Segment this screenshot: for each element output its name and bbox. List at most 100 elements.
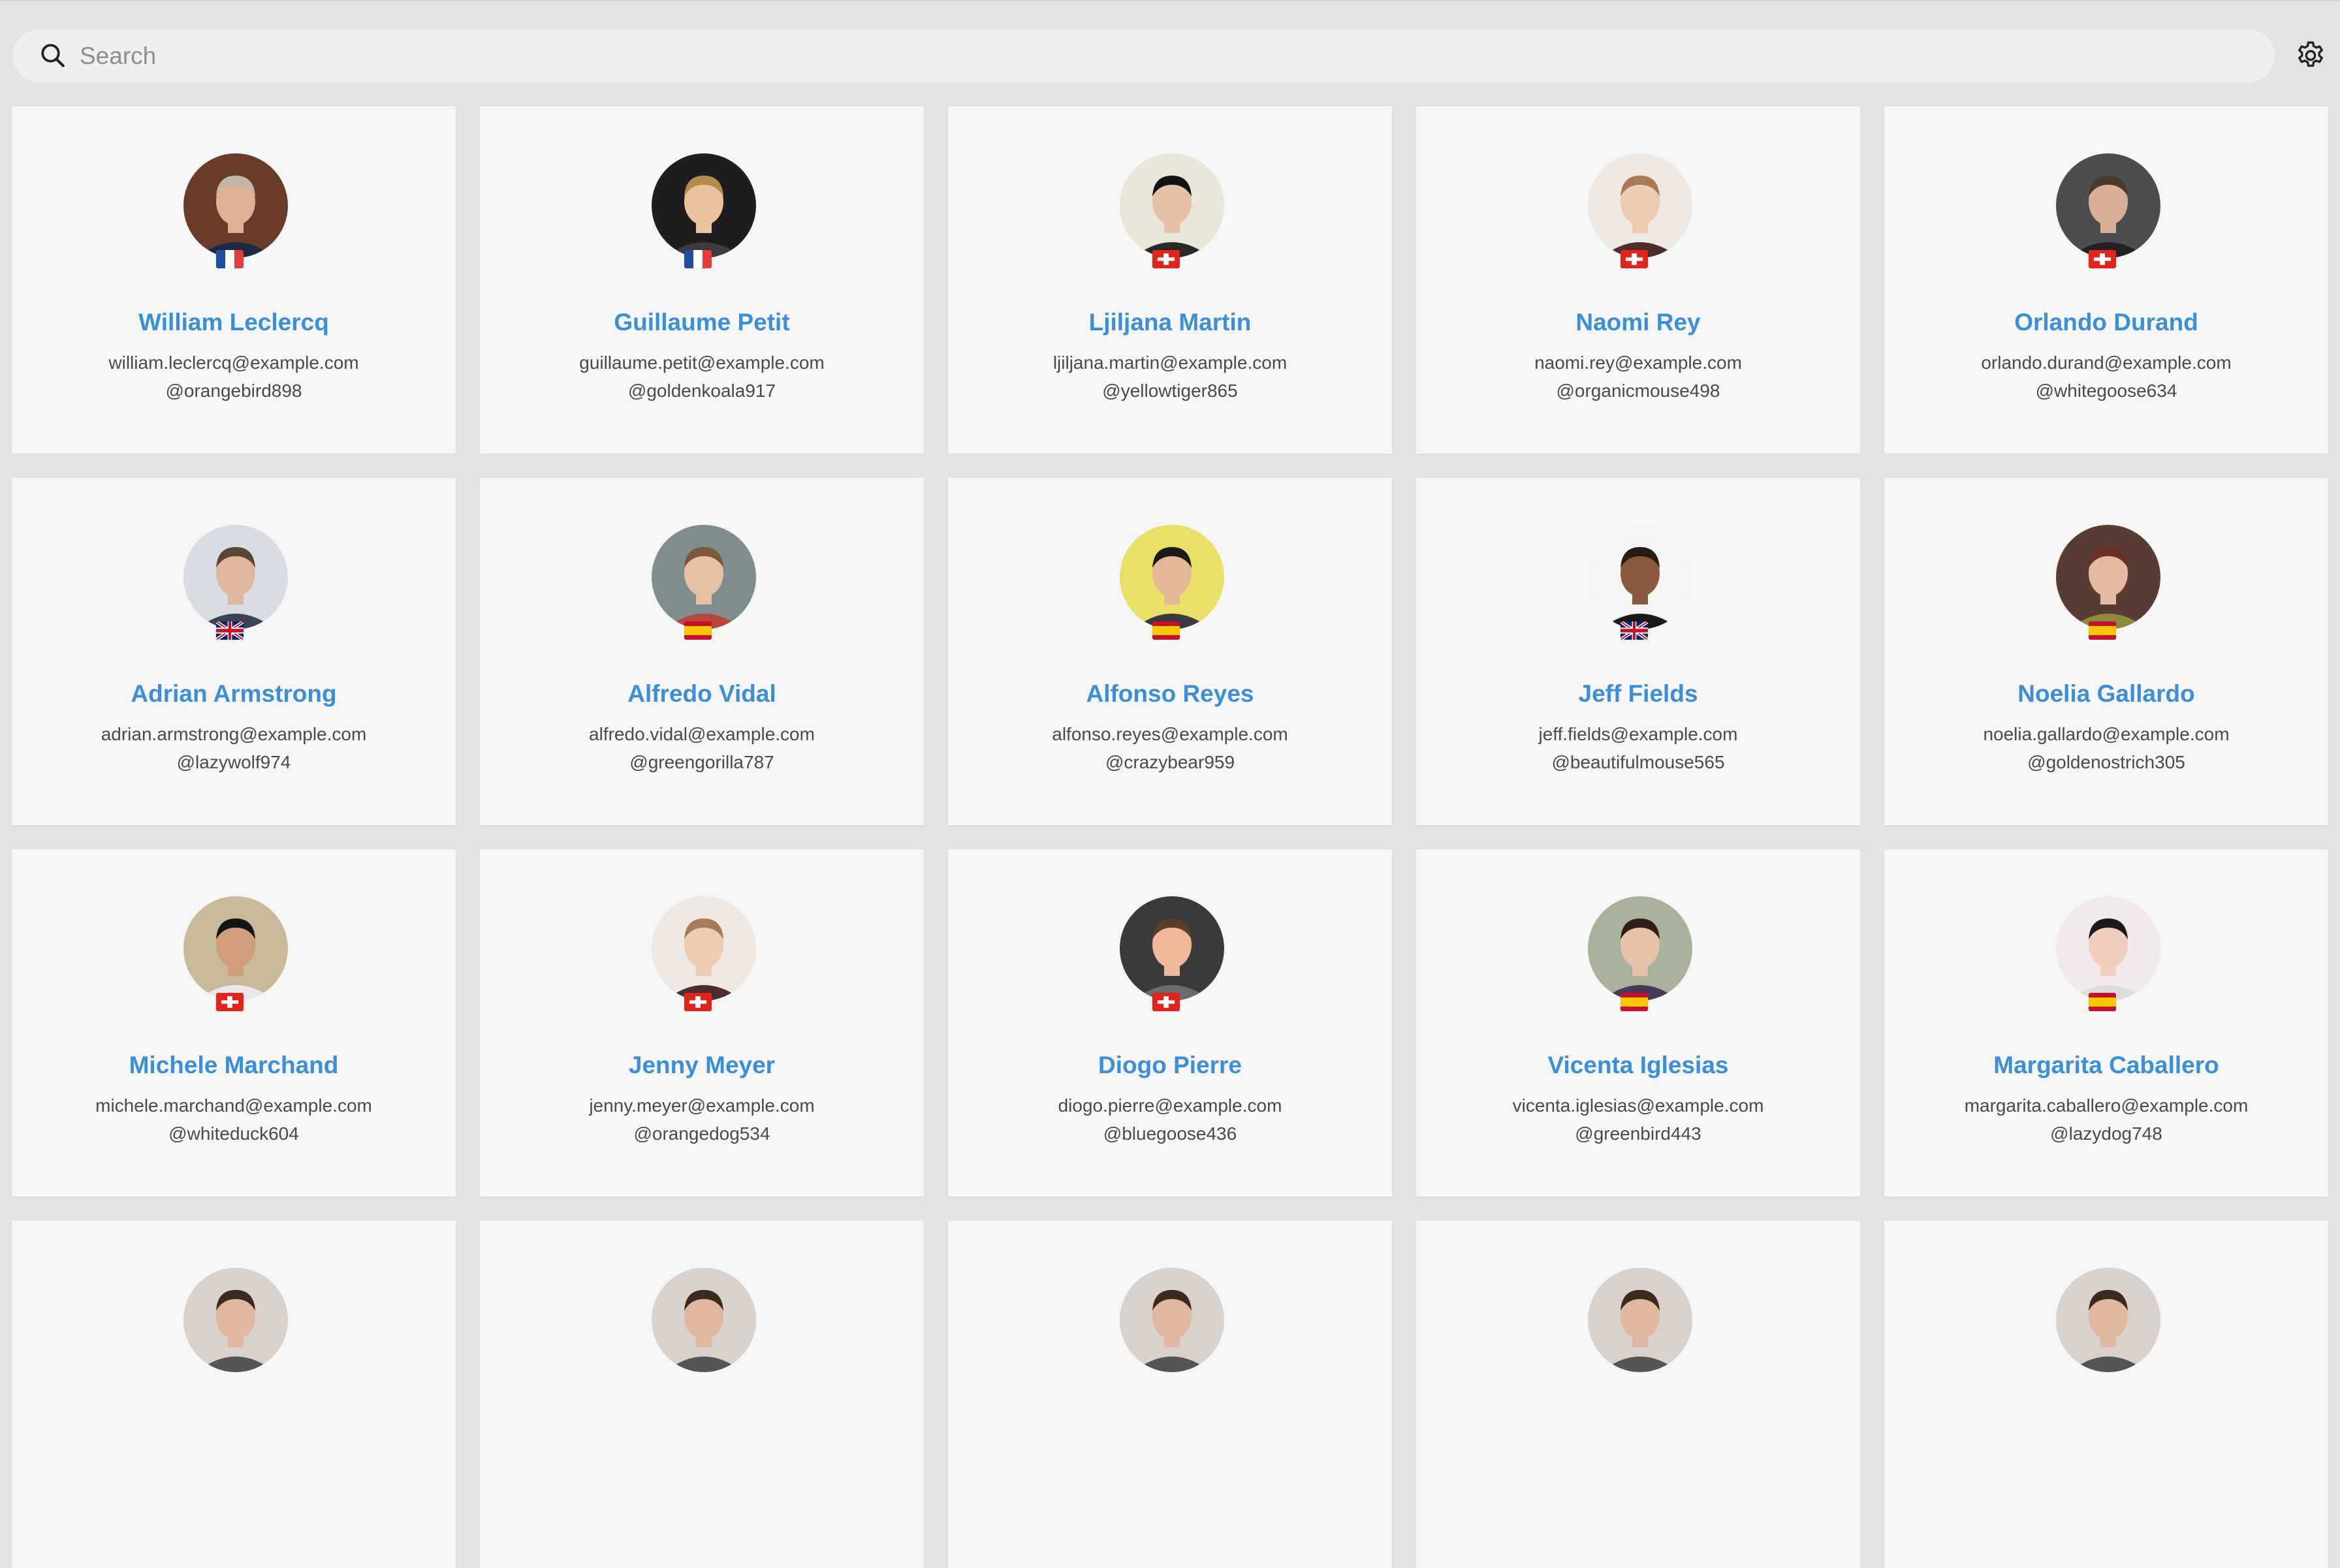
user-name[interactable]: Orlando Durand	[1884, 309, 2328, 336]
user-email: michele.marchand@example.com	[95, 1095, 372, 1116]
user-card[interactable]: Orlando Durand orlando.durand@example.com…	[1884, 106, 2328, 454]
user-email: margarita.caballero@example.com	[1964, 1095, 2249, 1116]
avatar	[1588, 896, 1692, 1001]
avatar	[652, 153, 756, 258]
country-flag-icon	[1621, 250, 1648, 268]
user-card[interactable]: Alfonso Reyes alfonso.reyes@example.com @c…	[948, 478, 1392, 825]
user-name[interactable]: Alfredo Vidal	[480, 680, 924, 708]
user-card[interactable]: Jenny Meyer jenny.meyer@example.com @orang…	[480, 849, 924, 1197]
user-handle: @orangebird898	[165, 381, 302, 401]
user-name[interactable]: Alfonso Reyes	[948, 680, 1392, 708]
country-flag-icon	[1152, 250, 1180, 268]
avatar	[183, 525, 288, 629]
user-name[interactable]: William Leclercq	[12, 309, 456, 336]
country-flag-icon	[1621, 993, 1648, 1011]
user-email: jeff.fields@example.com	[1538, 724, 1738, 744]
user-card[interactable]: Noelia Gallardo noelia.gallardo@example.c…	[1884, 478, 2328, 825]
country-flag-icon	[1621, 621, 1648, 640]
user-name[interactable]: Margarita Caballero	[1884, 1052, 2328, 1079]
country-flag-icon	[684, 621, 712, 640]
user-email: vicenta.iglesias@example.com	[1512, 1095, 1764, 1116]
avatar	[652, 525, 756, 629]
user-handle: @bluegoose436	[1103, 1123, 1237, 1144]
top-bar	[0, 0, 2340, 104]
country-flag-icon	[2089, 993, 2116, 1011]
user-card[interactable]	[12, 1221, 456, 1568]
user-email: alfredo.vidal@example.com	[589, 724, 815, 744]
user-name[interactable]: Vicenta Iglesias	[1416, 1052, 1860, 1079]
country-flag-icon	[216, 621, 244, 640]
user-handle: @goldenostrich305	[2027, 752, 2185, 772]
user-email: guillaume.petit@example.com	[579, 353, 825, 373]
user-name[interactable]: Adrian Armstrong	[12, 680, 456, 708]
user-card[interactable]: Vicenta Iglesias vicenta.iglesias@example…	[1416, 849, 1860, 1197]
user-handle: @orangedog534	[633, 1123, 770, 1144]
user-name[interactable]: Naomi Rey	[1416, 309, 1860, 336]
country-flag-icon	[2089, 621, 2116, 640]
user-handle: @lazywolf974	[176, 752, 291, 772]
avatar	[1120, 1268, 1224, 1372]
avatar	[2056, 525, 2160, 629]
user-card[interactable]: Diogo Pierre diogo.pierre@example.com @blu…	[948, 849, 1392, 1197]
avatar	[183, 1268, 288, 1372]
avatar	[183, 153, 288, 258]
user-handle: @organicmouse498	[1556, 381, 1720, 401]
user-card[interactable]: William Leclercq william.leclercq@example…	[12, 106, 456, 454]
country-flag-icon	[1152, 621, 1180, 640]
search-bar[interactable]	[13, 29, 2275, 82]
user-email: alfonso.reyes@example.com	[1052, 724, 1288, 744]
user-card[interactable]	[480, 1221, 924, 1568]
user-email: ljiljana.martin@example.com	[1052, 353, 1288, 373]
user-card[interactable]: Ljiljana Martin ljiljana.martin@example.c…	[948, 106, 1392, 454]
avatar	[652, 896, 756, 1001]
user-name[interactable]: Michele Marchand	[12, 1052, 456, 1079]
user-name[interactable]: Noelia Gallardo	[1884, 680, 2328, 708]
user-handle: @whitegoose634	[2035, 381, 2177, 401]
country-flag-icon	[216, 993, 244, 1011]
user-name[interactable]: Diogo Pierre	[948, 1052, 1392, 1079]
user-card[interactable]: Margarita Caballero margarita.caballero@e…	[1884, 849, 2328, 1197]
user-handle: @whiteduck604	[168, 1123, 299, 1144]
avatar	[2056, 896, 2160, 1001]
avatar	[183, 896, 288, 1001]
country-flag-icon	[684, 250, 712, 268]
user-handle: @goldenkoala917	[627, 381, 776, 401]
user-handle: @greenbird443	[1575, 1123, 1701, 1144]
avatar	[1588, 1268, 1692, 1372]
user-card[interactable]	[1884, 1221, 2328, 1568]
user-card[interactable]: Adrian Armstrong adrian.armstrong@example…	[12, 478, 456, 825]
user-card[interactable]	[948, 1221, 1392, 1568]
user-handle: @crazybear959	[1105, 752, 1235, 772]
user-card[interactable]: Guillaume Petit guillaume.petit@example.c…	[480, 106, 924, 454]
user-email: orlando.durand@example.com	[1981, 353, 2232, 373]
user-name[interactable]: Guillaume Petit	[480, 309, 924, 336]
user-email: diogo.pierre@example.com	[1058, 1095, 1282, 1116]
user-handle: @beautifulmouse565	[1551, 752, 1725, 772]
user-card[interactable]: Alfredo Vidal alfredo.vidal@example.com @g…	[480, 478, 924, 825]
user-name[interactable]: Jenny Meyer	[480, 1052, 924, 1079]
user-name[interactable]: Jeff Fields	[1416, 680, 1860, 708]
avatar	[652, 1268, 756, 1372]
search-icon	[41, 44, 65, 67]
avatar	[2056, 1268, 2160, 1372]
user-card[interactable]: Naomi Rey naomi.rey@example.com @organicmo…	[1416, 106, 1860, 454]
search-input[interactable]	[80, 29, 2260, 82]
user-card[interactable]	[1416, 1221, 1860, 1568]
user-handle: @yellowtiger865	[1102, 381, 1238, 401]
gear-icon[interactable]	[2294, 39, 2327, 72]
country-flag-icon	[1152, 993, 1180, 1011]
user-handle: @greengorilla787	[629, 752, 774, 772]
avatar	[2056, 153, 2160, 258]
user-handle: @lazydog748	[2050, 1123, 2162, 1144]
country-flag-icon	[684, 993, 712, 1011]
avatar	[1120, 896, 1224, 1001]
user-email: noelia.gallardo@example.com	[1983, 724, 2230, 744]
avatar	[1120, 153, 1224, 258]
avatar	[1588, 525, 1692, 629]
user-email: naomi.rey@example.com	[1534, 353, 1742, 373]
user-email: adrian.armstrong@example.com	[101, 724, 367, 744]
user-name[interactable]: Ljiljana Martin	[948, 309, 1392, 336]
user-card[interactable]: Michele Marchand michele.marchand@example…	[12, 849, 456, 1197]
avatar	[1120, 525, 1224, 629]
user-card[interactable]: Jeff Fields jeff.fields@example.com @beaut…	[1416, 478, 1860, 825]
